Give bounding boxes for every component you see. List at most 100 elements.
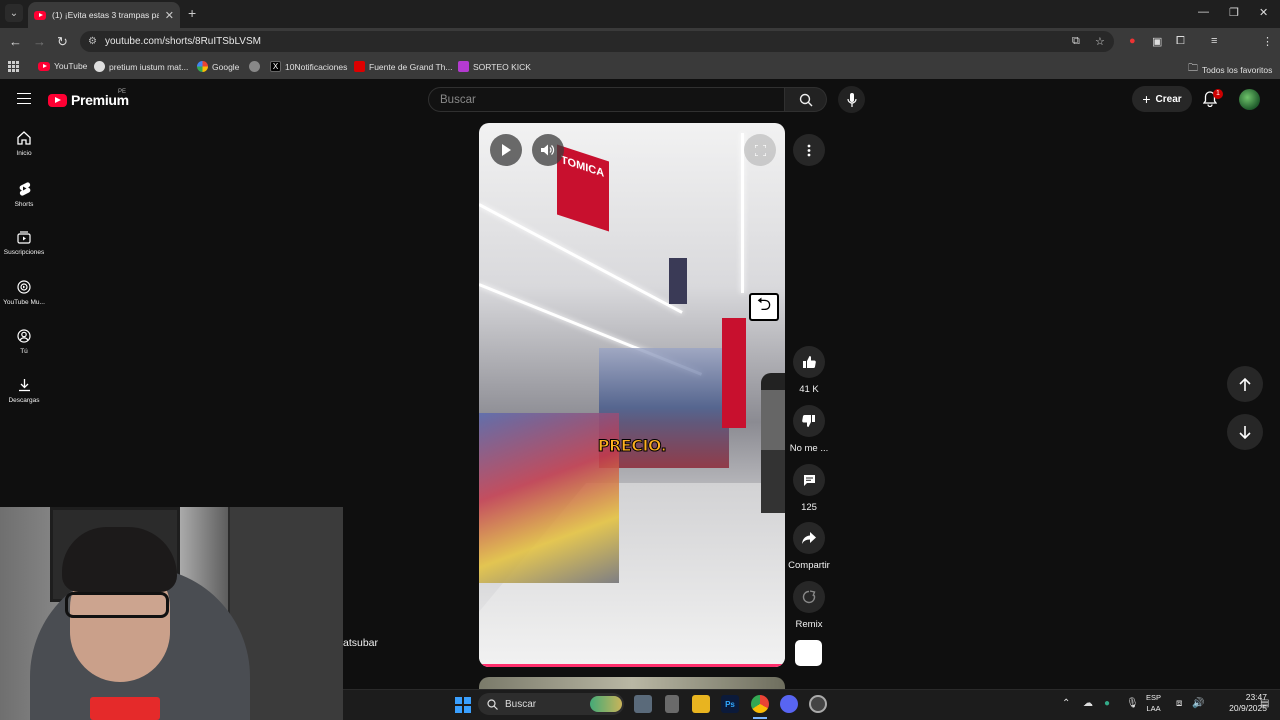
font-icon [354,61,365,72]
sidebar-item-you[interactable]: Tú [0,329,48,355]
restore-button[interactable]: ❐ [1229,6,1239,19]
windows-start-icon[interactable] [455,697,471,713]
dislike-action[interactable]: No me ... [785,405,833,454]
comment-icon [803,474,815,486]
bookmark-globe[interactable] [249,61,260,72]
youtube-icon [38,61,50,71]
bookmark-google[interactable]: Google [197,61,239,72]
app-icon[interactable] [809,695,827,713]
like-button[interactable] [793,346,825,378]
tab-close-icon[interactable]: ✕ [165,9,174,22]
previous-short-button[interactable] [1227,366,1263,402]
globe-icon [249,61,260,72]
bookmark-grand-theft[interactable]: Fuente de Grand Th... [354,61,452,72]
discord-icon[interactable] [780,695,798,713]
taskbar-search[interactable]: Buscar [478,693,624,715]
volume-tray-icon[interactable]: 🔊 [1192,698,1204,709]
home-icon [17,131,31,145]
download-icon [18,379,30,392]
all-bookmarks[interactable]: 🗀 Todos los favoritos [1188,61,1272,78]
search-box[interactable] [428,87,785,112]
short-video-player[interactable]: TOMICA ⮌ PRECIO. [479,123,785,667]
webcam-overlay [0,507,343,720]
extension-icon[interactable]: ● [1129,35,1136,47]
close-window-button[interactable]: ✕ [1259,6,1268,19]
create-button[interactable]: + Crear [1132,86,1192,112]
hamburger-menu-icon[interactable] [17,93,31,104]
hanging-banner [669,258,687,304]
tray-app-icon[interactable]: ● [1104,698,1110,709]
file-explorer-icon[interactable] [692,695,710,713]
volume-button[interactable] [532,134,564,166]
minimize-button[interactable]: — [1198,6,1209,18]
back-button[interactable]: ← [9,34,22,49]
remix-action[interactable]: Remix [785,581,833,630]
sound-thumbnail[interactable] [795,640,822,666]
play-button[interactable] [490,134,522,166]
sidebar-item-subscriptions[interactable]: Suscripciones [0,231,48,256]
fullscreen-button[interactable] [744,134,776,166]
ceiling-light [741,133,744,293]
menu-icon[interactable]: ⋮ [1262,35,1273,48]
voice-search-button[interactable] [838,86,865,113]
chrome-icon[interactable] [751,695,769,713]
url-text: youtube.com/shorts/8RuITSbLVSM [104,36,261,47]
youtube-logo[interactable]: Premium [48,92,129,108]
extension-icon[interactable]: ▣ [1152,35,1162,48]
next-short-button[interactable] [1227,414,1263,450]
dislike-button[interactable] [793,405,825,437]
store-sign: TOMICA [557,144,609,232]
extensions-puzzle-icon[interactable]: ⧠ [1176,35,1185,48]
install-app-icon[interactable]: ⧉ [1072,35,1080,48]
bookmark-pretium[interactable]: pretium iustum mat... [94,61,188,72]
bookmark-star-icon[interactable]: ☆ [1095,35,1105,48]
search-button[interactable] [785,87,827,112]
volume-icon [541,144,555,156]
browser-tab-bar: ⌄ (1) ¡Evita estas 3 trampas para t ✕ + … [0,0,1280,28]
sidebar-item-youtube-music[interactable]: YouTube Mu... [0,280,48,306]
sidebar-item-downloads[interactable]: Descargas [0,378,48,404]
sidebar-item-home[interactable]: Inicio [0,131,48,157]
comments-action[interactable]: 125 [785,464,833,513]
arrow-sign: ⮌ [749,293,779,321]
apps-icon[interactable] [8,61,19,72]
language-indicator[interactable]: ESP LAA [1146,692,1161,714]
bookmark-youtube[interactable]: YouTube [38,61,87,71]
site-info-icon[interactable]: ⚙ [88,36,97,47]
bookmark-x[interactable]: X 10Notificaciones [270,61,347,72]
folder-icon: 🗀 [1188,63,1198,74]
remix-icon [802,590,816,604]
microphone-icon [846,92,857,107]
user-avatar[interactable] [1239,89,1260,110]
microphone-tray-icon[interactable]: 🎙 [1126,698,1139,709]
forward-button[interactable]: → [33,34,46,49]
network-icon[interactable]: ⧈ [1176,698,1182,709]
taskbar-clock[interactable]: 23:47 20/9/2025 [1205,692,1267,714]
like-action[interactable]: 41 K [785,346,833,395]
search-input[interactable] [440,93,784,106]
plus-icon: + [1142,91,1151,107]
remix-button[interactable] [793,581,825,613]
app-icon[interactable] [665,695,679,713]
tray-overflow-icon[interactable]: ⌃ [1062,698,1070,709]
tab-search-icon[interactable]: ≡ [1211,35,1217,47]
bookmark-sorteo-kick[interactable]: SORTEO KICK [458,61,531,72]
address-bar[interactable]: ⚙ youtube.com/shorts/8RuITSbLVSM [80,31,1114,52]
onedrive-icon[interactable]: ☁ [1083,698,1093,709]
fullscreen-icon [754,144,766,156]
more-options-button[interactable] [793,134,825,166]
user-icon [17,329,31,343]
browser-tab-active[interactable]: (1) ¡Evita estas 3 trampas para t ✕ [28,2,180,28]
x-icon: X [270,61,281,72]
new-tab-button[interactable]: + [188,5,196,21]
video-progress-bar[interactable] [479,664,785,667]
sidebar-item-shorts[interactable]: Shorts [0,181,48,208]
comments-button[interactable] [793,464,825,496]
notification-center-icon[interactable]: ▤ [1260,698,1269,709]
tab-list-button[interactable]: ⌄ [5,4,23,22]
share-button[interactable] [793,522,825,554]
photoshop-icon[interactable]: Ps [721,695,739,713]
share-action[interactable]: Compartir [785,522,833,571]
task-view-icon[interactable] [634,695,652,713]
reload-button[interactable]: ↻ [57,34,68,50]
